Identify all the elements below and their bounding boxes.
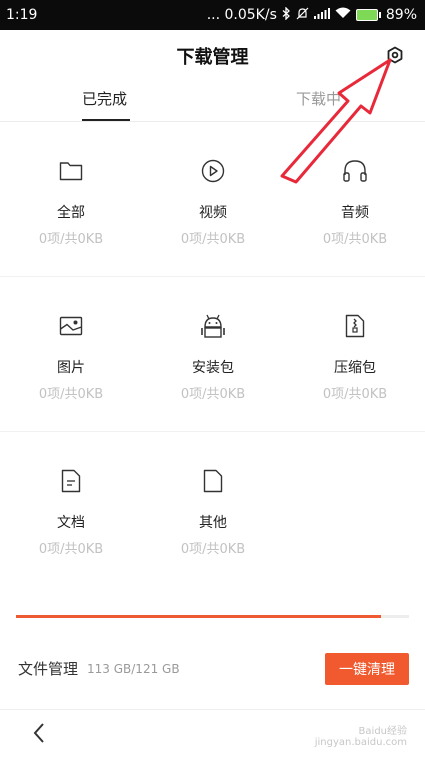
category-name: 其他 [199, 515, 227, 531]
headphones-icon [284, 158, 425, 184]
category-meta: 0项/共0KB [180, 232, 246, 247]
category-grid: 全部 0项/共0KB 视频 0项/共0KB 音频 0项/共0KB 图片 0项/共… [0, 122, 425, 587]
category-name: 图片 [57, 360, 85, 376]
wifi-icon [335, 7, 351, 23]
image-icon [0, 313, 142, 339]
gear-icon [386, 46, 404, 68]
category-name: 全部 [57, 205, 85, 221]
bluetooth-icon [282, 5, 291, 24]
zip-file-icon [284, 313, 425, 339]
battery-icon [355, 9, 381, 21]
video-play-icon [142, 158, 284, 184]
category-name: 音频 [341, 205, 369, 221]
file-icon [142, 468, 284, 494]
battery-percent: 89% [385, 7, 417, 23]
folder-icon [0, 158, 142, 184]
category-meta: 0项/共0KB [180, 542, 246, 557]
page-header: 下载管理 [0, 30, 425, 82]
settings-button[interactable] [385, 46, 405, 68]
page-title: 下载管理 [176, 47, 249, 68]
status-bar: 1:19 ... 0.05K/s 89% [0, 0, 425, 30]
category-row: 全部 0项/共0KB 视频 0项/共0KB 音频 0项/共0KB [0, 122, 425, 277]
category-meta: 0项/共0KB [38, 387, 104, 402]
category-meta: 0项/共0KB [38, 232, 104, 247]
signal-icon [313, 7, 330, 23]
watermark-subtext: jingyan.baidu.com [314, 737, 407, 748]
category-apk[interactable]: 安装包 0项/共0KB [142, 313, 284, 402]
watermark-text: Baidu经验 [358, 726, 407, 737]
category-name: 视频 [199, 205, 227, 221]
active-tab-indicator [82, 119, 130, 121]
category-all[interactable]: 全部 0项/共0KB [0, 158, 142, 247]
status-time: 1:19 [6, 7, 38, 23]
category-meta: 0项/共0KB [180, 387, 246, 402]
document-icon [0, 468, 142, 494]
category-archives[interactable]: 压缩包 0项/共0KB [284, 313, 425, 402]
category-name: 文档 [57, 515, 85, 531]
category-images[interactable]: 图片 0项/共0KB [0, 313, 142, 402]
category-documents[interactable]: 文档 0项/共0KB [0, 468, 142, 557]
status-right: ... 0.05K/s 89% [206, 5, 417, 24]
file-manager-link[interactable]: 文件管理 [18, 658, 78, 679]
category-audio[interactable]: 音频 0项/共0KB [284, 158, 425, 247]
category-row: 文档 0项/共0KB 其他 0项/共0KB [0, 432, 425, 587]
category-video[interactable]: 视频 0项/共0KB [142, 158, 284, 247]
file-manager-bar: 文件管理 113 GB/121 GB 一键清理 [0, 628, 425, 710]
network-speed: ... 0.05K/s [206, 7, 277, 23]
category-name: 压缩包 [334, 360, 376, 376]
category-name: 安装包 [192, 360, 234, 376]
tab-completed[interactable]: 已完成 [82, 88, 127, 109]
category-meta: 0项/共0KB [322, 232, 388, 247]
tab-downloading[interactable]: 下载中 [296, 88, 341, 109]
category-other[interactable]: 其他 0项/共0KB [142, 468, 284, 557]
storage-progress-bar [16, 615, 409, 618]
storage-progress-fill [16, 615, 382, 618]
tab-bar: 已完成 下载中 [0, 82, 425, 122]
watermark: Baidu经验 jingyan.baidu.com [315, 722, 407, 748]
back-arrow-icon[interactable] [32, 722, 46, 748]
category-meta: 0项/共0KB [322, 387, 388, 402]
category-meta: 0项/共0KB [38, 542, 104, 557]
storage-usage: 113 GB/121 GB [87, 661, 180, 676]
one-click-clean-button[interactable]: 一键清理 [325, 652, 409, 685]
mute-icon [296, 7, 309, 24]
android-icon [142, 313, 284, 339]
category-row: 图片 0项/共0KB 安装包 0项/共0KB 压缩包 0项/共0KB [0, 277, 425, 432]
